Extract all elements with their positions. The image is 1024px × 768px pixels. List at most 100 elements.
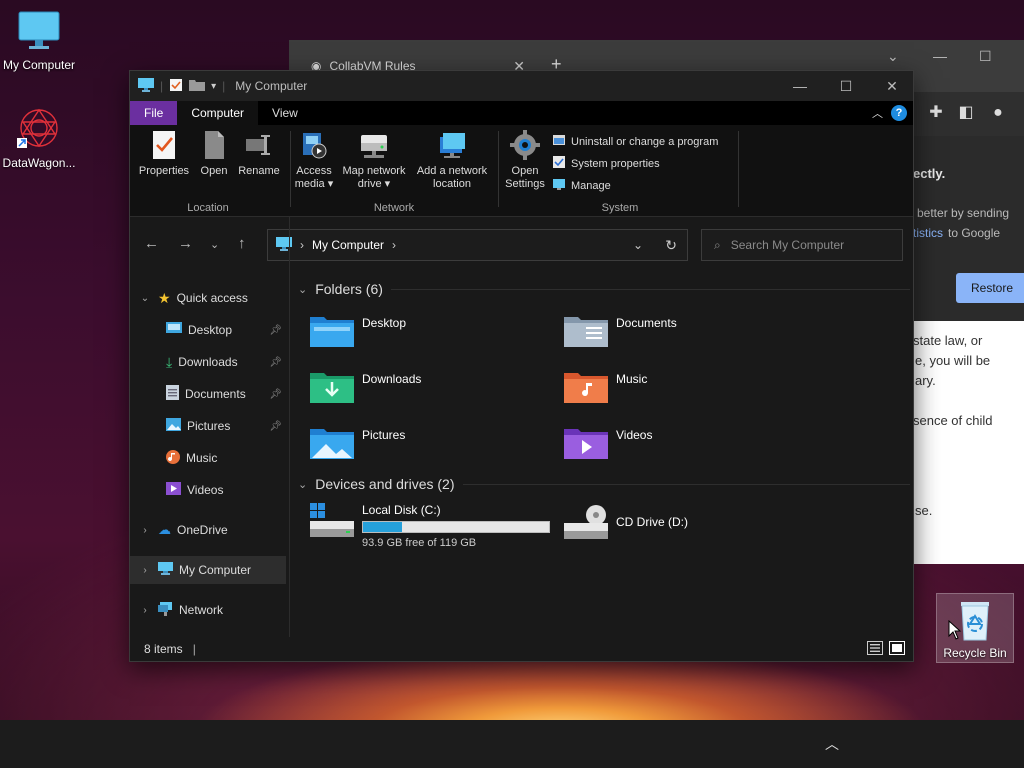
- minimize-button[interactable]: —: [777, 71, 823, 101]
- tab-view[interactable]: View: [258, 101, 312, 125]
- chevron-down-icon[interactable]: ⌄: [298, 283, 307, 296]
- manage-button[interactable]: Manage: [552, 177, 611, 194]
- title-bar: | ▾ | My Computer — ☐ ✕: [130, 71, 913, 101]
- profile-icon[interactable]: ●: [989, 104, 1007, 122]
- sidebar-item-onedrive[interactable]: › ☁ OneDrive: [130, 516, 286, 544]
- folder-label: Music: [616, 371, 648, 386]
- uninstall-icon: [552, 133, 566, 150]
- drive-item-local-disk-c[interactable]: Local Disk (C:) 93.9 GB free of 119 GB: [310, 503, 550, 549]
- customize-qa-icon[interactable]: ▾: [211, 81, 216, 92]
- documents-icon: [166, 385, 179, 403]
- drives-section-header[interactable]: ⌄ Devices and drives (2): [298, 476, 910, 492]
- group-label-location: Location: [187, 202, 229, 214]
- statistics-link[interactable]: tistics: [913, 226, 943, 240]
- pictures-folder-icon: [310, 425, 354, 464]
- close-button[interactable]: ✕: [869, 71, 915, 101]
- folder-item-music[interactable]: Music: [564, 369, 647, 408]
- file-explorer-window[interactable]: | ▾ | My Computer — ☐ ✕ File Computer Vi…: [129, 70, 914, 662]
- rename-button[interactable]: Rename: [236, 129, 282, 178]
- sidebar-item-downloads[interactable]: ⤓ Downloads 📌︎: [130, 348, 286, 376]
- text-fragment: to Google: [948, 226, 1001, 240]
- side-panel-icon[interactable]: ◧: [957, 104, 975, 122]
- drive-item-cd-drive-d[interactable]: CD Drive (D:): [564, 505, 688, 544]
- sidebar-item-documents[interactable]: Documents 📌︎: [130, 380, 286, 408]
- item-count: 8 items: [144, 642, 183, 656]
- collapse-ribbon-icon[interactable]: ︿: [872, 105, 883, 121]
- extensions-icon[interactable]: ✚: [927, 104, 945, 122]
- sidebar-item-quick-access[interactable]: ⌄ ★ Quick access: [130, 284, 286, 312]
- music-folder-icon: [564, 369, 608, 408]
- manage-label: Manage: [571, 179, 611, 192]
- properties-label: Properties: [138, 165, 190, 177]
- ribbon-divider: [498, 131, 499, 207]
- sidebar-item-network[interactable]: › Network: [130, 596, 286, 624]
- pin-icon[interactable]: 📌︎: [269, 389, 282, 400]
- tab-file[interactable]: File: [130, 101, 178, 125]
- drive-free-space: 93.9 GB free of 119 GB: [362, 537, 477, 549]
- folders-header-label: Folders (6): [315, 281, 383, 297]
- open-settings-label: Open: [511, 165, 539, 177]
- map-network-drive-button[interactable]: Map network drive ▾: [336, 129, 412, 191]
- sidebar-item-my-computer[interactable]: › My Computer: [130, 556, 286, 584]
- videos-folder-icon: [564, 425, 608, 464]
- sidebar-label: Network: [179, 603, 224, 617]
- folder-item-documents[interactable]: Documents: [564, 313, 677, 352]
- access-media-button[interactable]: Access media ▾: [292, 129, 336, 191]
- folder-label: Desktop: [362, 315, 407, 330]
- show-hidden-icons-chevron-icon[interactable]: ︿: [825, 734, 839, 754]
- add-network-location-button[interactable]: Add a network location: [412, 129, 492, 191]
- group-label-system: System: [601, 202, 639, 214]
- system-properties-icon: [552, 155, 566, 172]
- sidebar-item-desktop[interactable]: Desktop 📌︎: [130, 316, 286, 344]
- system-properties-button[interactable]: System properties: [552, 155, 660, 172]
- open-button[interactable]: Open: [194, 129, 234, 178]
- datawagon-logo-icon: [15, 104, 63, 152]
- chevron-right-icon[interactable]: ›: [138, 525, 152, 536]
- large-icons-view-icon[interactable]: [889, 641, 905, 658]
- sidebar-label: OneDrive: [177, 523, 228, 537]
- tab-search-icon[interactable]: ⌄: [887, 48, 899, 65]
- uninstall-program-button[interactable]: Uninstall or change a program: [552, 133, 718, 150]
- open-settings-button[interactable]: Open Settings: [502, 129, 548, 191]
- star-icon: ★: [158, 289, 171, 306]
- sidebar-item-videos[interactable]: Videos: [130, 476, 286, 504]
- text-fragment: e, you will be: [915, 353, 991, 368]
- chevron-down-icon[interactable]: ⌄: [138, 293, 152, 304]
- properties-button[interactable]: Properties: [136, 129, 192, 178]
- folder-item-videos[interactable]: Videos: [564, 425, 652, 464]
- ribbon: Properties Open Rename Location Access m…: [130, 125, 913, 217]
- pin-icon[interactable]: 📌︎: [269, 325, 282, 336]
- folder-label: Documents: [616, 315, 677, 330]
- folders-section-header[interactable]: ⌄ Folders (6): [298, 281, 910, 297]
- folder-item-pictures[interactable]: Pictures: [310, 425, 405, 464]
- access-media-icon: [292, 129, 336, 161]
- help-icon[interactable]: ?: [891, 105, 907, 121]
- desktop-folder-icon: [310, 313, 354, 352]
- restore-button[interactable]: Restore: [956, 273, 1024, 303]
- desktop-icon-my-computer[interactable]: My Computer: [0, 10, 81, 72]
- tab-computer[interactable]: Computer: [177, 101, 259, 125]
- folder-item-desktop[interactable]: Desktop: [310, 313, 406, 352]
- access-media-label: Access: [296, 165, 332, 177]
- sidebar-item-music[interactable]: Music: [130, 444, 286, 472]
- new-folder-qa-icon[interactable]: [189, 79, 206, 94]
- folder-item-downloads[interactable]: Downloads: [310, 369, 421, 408]
- desktop-icon-datawagon[interactable]: DataWagon...: [0, 104, 81, 170]
- pin-icon[interactable]: 📌︎: [269, 421, 282, 432]
- properties-qa-icon[interactable]: [169, 78, 183, 95]
- chevron-right-icon[interactable]: ›: [138, 565, 152, 576]
- details-view-icon[interactable]: [867, 641, 883, 658]
- chevron-right-icon[interactable]: ›: [138, 605, 152, 616]
- maximize-icon[interactable]: ☐: [979, 48, 992, 65]
- chevron-down-icon[interactable]: ⌄: [298, 478, 307, 491]
- minimize-icon[interactable]: —: [933, 48, 947, 64]
- rename-icon: [236, 129, 282, 161]
- manage-icon: [552, 177, 566, 194]
- sidebar-item-pictures[interactable]: Pictures 📌︎: [130, 412, 286, 440]
- documents-folder-icon: [564, 313, 608, 352]
- pin-icon[interactable]: 📌︎: [269, 357, 282, 368]
- desktop-icon-label: DataWagon...: [2, 156, 76, 170]
- desktop-icon-label: Recycle Bin: [943, 646, 1007, 660]
- drive-name: CD Drive (D:): [616, 515, 688, 529]
- maximize-button[interactable]: ☐: [823, 71, 869, 101]
